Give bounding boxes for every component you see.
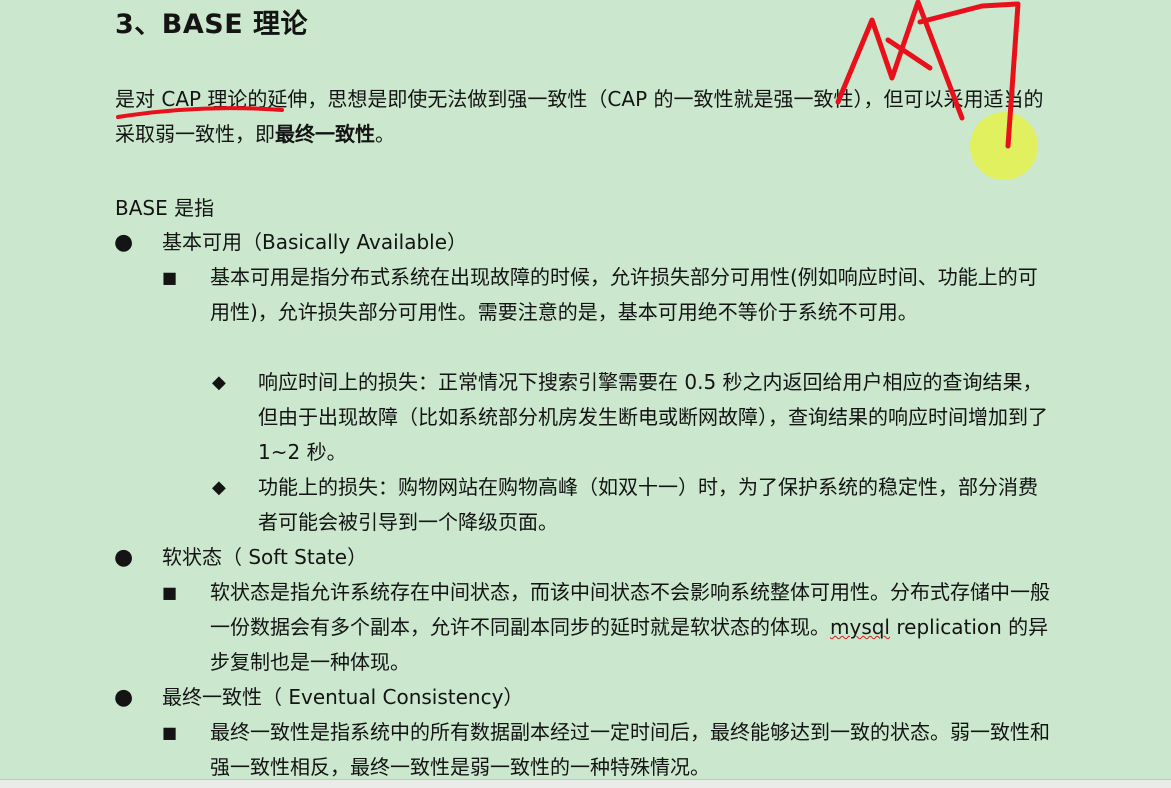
spellcheck-word-mysql: mysql: [830, 615, 890, 639]
function-loss: 功能上的损失：购物网站在购物高峰（如双十一）时，为了保护系统的稳定性，部分消费者…: [258, 475, 1038, 534]
basic-available-title: 基本可用（Basically Available）: [162, 230, 468, 254]
square-marker: ■: [162, 268, 178, 287]
section-heading: 3、BASE 理论: [115, 9, 309, 40]
intro-bold-term: 最终一致性: [275, 122, 375, 146]
eventual-consistency-title: 最终一致性（ Eventual Consistency）: [162, 685, 524, 709]
response-time-loss: 响应时间上的损失：正常情况下搜索引擎需要在 0.5 秒之内返回给用户相应的查询结…: [258, 370, 1048, 464]
diamond-marker: ◆: [212, 477, 226, 498]
document-page: 3、BASE 理论 是对 CAP 理论的延伸，思想是即使无法做到强一致性（CAP…: [0, 0, 1171, 787]
square-marker: ■: [162, 723, 178, 742]
intro-end: 。: [375, 122, 395, 146]
soft-state-title: 软状态（ Soft State）: [162, 545, 368, 569]
eventual-consistency-desc: 最终一致性是指系统中的所有数据副本经过一定时间后，最终能够达到一致的状态。弱一致…: [210, 720, 1050, 779]
intro-paragraph: 是对 CAP 理论的延伸，思想是即使无法做到强一致性（CAP 的一致性就是强一致…: [115, 82, 1050, 152]
bullet-marker: ●: [114, 230, 134, 255]
diamond-marker: ◆: [212, 372, 226, 393]
base-intro: BASE 是指: [115, 196, 215, 220]
soft-state-desc: 软状态是指允许系统存在中间状态，而该中间状态不会影响系统整体可用性。分布式存储中…: [210, 575, 1050, 680]
basic-available-desc: 基本可用是指分布式系统在出现故障的时候，允许损失部分可用性(例如响应时间、功能上…: [210, 265, 1038, 324]
intro-text: 是对 CAP 理论的延伸，思想是即使无法做到强一致性（CAP 的一致性就是强一致…: [115, 87, 1044, 146]
square-marker: ■: [162, 583, 178, 602]
bullet-marker: ●: [114, 685, 134, 710]
bullet-marker: ●: [114, 545, 134, 570]
